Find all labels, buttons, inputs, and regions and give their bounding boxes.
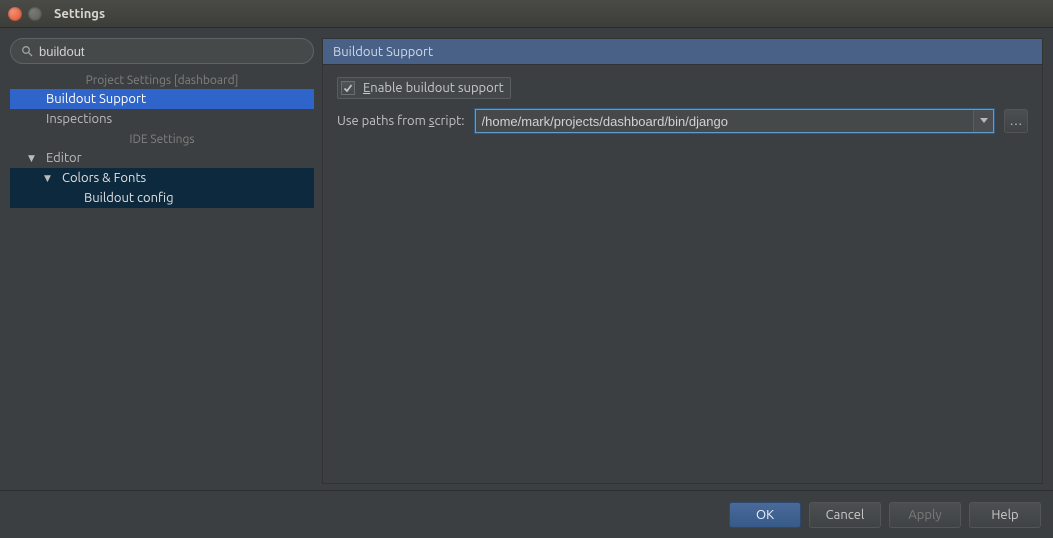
chevron-down-icon bbox=[980, 118, 988, 124]
checkbox-checked-icon bbox=[341, 81, 355, 95]
dialog-footer: OK Cancel Apply Help bbox=[0, 490, 1053, 538]
script-path-label: Use paths from script: bbox=[337, 114, 465, 128]
combo-dropdown-button[interactable] bbox=[973, 110, 993, 132]
cancel-button[interactable]: Cancel bbox=[809, 502, 881, 528]
apply-button[interactable]: Apply bbox=[889, 502, 961, 528]
browse-button[interactable]: … bbox=[1004, 109, 1028, 133]
ok-button[interactable]: OK bbox=[729, 502, 801, 528]
help-button[interactable]: Help bbox=[969, 502, 1041, 528]
ellipsis-icon: … bbox=[1010, 114, 1023, 128]
enable-buildout-checkbox[interactable]: Enable buildout support bbox=[337, 77, 511, 99]
tree-item-colors-fonts[interactable]: ▼ Colors & Fonts bbox=[10, 168, 314, 188]
section-ide-settings: IDE Settings bbox=[10, 129, 314, 148]
window-title: Settings bbox=[54, 7, 105, 21]
window-controls bbox=[8, 7, 42, 21]
main-panel: Buildout Support Enable buildout support… bbox=[322, 38, 1043, 484]
script-path-combo[interactable] bbox=[475, 109, 995, 133]
panel-body: Enable buildout support Use paths from s… bbox=[322, 64, 1043, 484]
sidebar: Project Settings [dashboard] Buildout Su… bbox=[10, 38, 314, 484]
panel-title: Buildout Support bbox=[322, 38, 1043, 64]
titlebar: Settings bbox=[0, 0, 1053, 28]
search-icon bbox=[21, 45, 33, 57]
chevron-down-icon: ▼ bbox=[28, 153, 42, 164]
tree-item-buildout-config[interactable]: Buildout config bbox=[10, 188, 314, 208]
chevron-down-icon: ▼ bbox=[44, 173, 58, 184]
script-path-input[interactable] bbox=[476, 110, 974, 132]
section-project-settings: Project Settings [dashboard] bbox=[10, 70, 314, 89]
tree-item-buildout-support[interactable]: Buildout Support bbox=[10, 89, 314, 109]
tree-item-editor[interactable]: ▼ Editor bbox=[10, 148, 314, 168]
minimize-icon[interactable] bbox=[28, 7, 42, 21]
enable-buildout-label: Enable buildout support bbox=[363, 81, 504, 95]
tree-item-inspections[interactable]: Inspections bbox=[10, 109, 314, 129]
close-icon[interactable] bbox=[8, 7, 22, 21]
search-input[interactable] bbox=[39, 44, 303, 59]
search-field[interactable] bbox=[10, 38, 314, 64]
settings-tree: Project Settings [dashboard] Buildout Su… bbox=[10, 70, 314, 484]
